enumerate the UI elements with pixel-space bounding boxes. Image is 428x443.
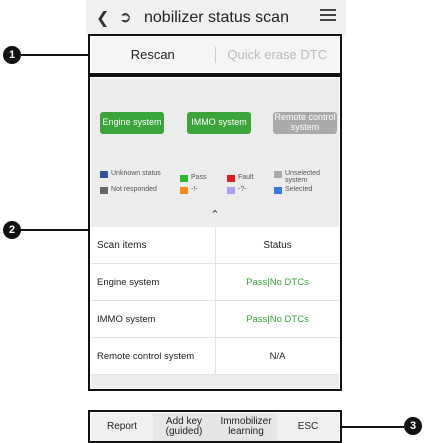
- legend-item: Fault: [227, 174, 254, 182]
- add-key-guided-button[interactable]: Add key (guided): [153, 413, 215, 441]
- column-header-scan-items: Scan items: [91, 227, 216, 263]
- callout-line-3: [342, 426, 404, 428]
- esc-button[interactable]: ESC: [277, 413, 339, 441]
- legend-swatch-icon: [100, 171, 108, 178]
- legend-item: Not responded: [100, 186, 157, 194]
- table-row[interactable]: Engine system Pass|No DTCs: [91, 264, 339, 301]
- scan-panel: Engine system IMMO system Remote control…: [91, 78, 339, 388]
- status-cell: Pass|No DTCs: [246, 276, 309, 288]
- system-button-engine[interactable]: Engine system: [100, 112, 164, 134]
- legend-swatch-icon: [227, 175, 235, 182]
- legend-swatch-icon: [227, 187, 235, 194]
- rescan-button[interactable]: Rescan: [91, 47, 215, 62]
- status-cell: N/A: [269, 350, 286, 362]
- legend-item: -?-: [227, 186, 247, 194]
- table-row[interactable]: IMMO system Pass|No DTCs: [91, 301, 339, 338]
- quick-erase-dtc-button[interactable]: Quick erase DTC: [216, 47, 340, 62]
- action-bar: Rescan Quick erase DTC: [91, 37, 339, 72]
- callout-2: 2: [3, 221, 21, 239]
- legend-swatch-icon: [274, 187, 282, 194]
- legend-item: Unknown status: [100, 170, 161, 178]
- collapse-caret-icon[interactable]: ⌃: [91, 208, 339, 221]
- legend-item: -!-: [180, 186, 198, 194]
- scan-item-cell: Engine system: [91, 264, 216, 300]
- legend-swatch-icon: [100, 187, 108, 194]
- legend-item: Pass: [180, 174, 207, 182]
- report-button[interactable]: Report: [91, 413, 153, 441]
- callout-1: 1: [3, 46, 21, 64]
- table-header-row: Scan items Status: [91, 227, 339, 264]
- legend-swatch-icon: [274, 171, 282, 178]
- menu-icon[interactable]: [320, 9, 336, 23]
- legend-swatch-icon: [180, 175, 188, 182]
- legend-item: Selected: [274, 186, 312, 194]
- status-cell: Pass|No DTCs: [246, 313, 309, 325]
- system-button-immo[interactable]: IMMO system: [187, 112, 251, 134]
- bottom-toolbar: Report Add key (guided) Immobilizer lear…: [91, 413, 339, 441]
- callout-line-2: [20, 229, 88, 231]
- callout-line-1: [20, 54, 88, 56]
- immobilizer-learning-button[interactable]: Immobilizer learning: [215, 413, 277, 441]
- system-button-remote-control[interactable]: Remote control system: [273, 112, 337, 134]
- legend-item: Unselected system: [274, 170, 334, 185]
- page-title: nobilizer status scan: [144, 9, 289, 26]
- exit-icon[interactable]: ➲: [119, 8, 132, 26]
- callout-3: 3: [404, 417, 422, 435]
- legend-swatch-icon: [180, 187, 188, 194]
- table-row[interactable]: Remote control system N/A: [91, 338, 339, 375]
- scan-item-cell: IMMO system: [91, 301, 216, 337]
- column-header-status: Status: [263, 239, 292, 251]
- scan-item-cell: Remote control system: [91, 338, 216, 374]
- scan-results-table: Scan items Status Engine system Pass|No …: [91, 227, 339, 375]
- back-chevron-icon[interactable]: ❮: [96, 8, 109, 28]
- title-bar: ❮ ➲ nobilizer status scan: [86, 0, 346, 36]
